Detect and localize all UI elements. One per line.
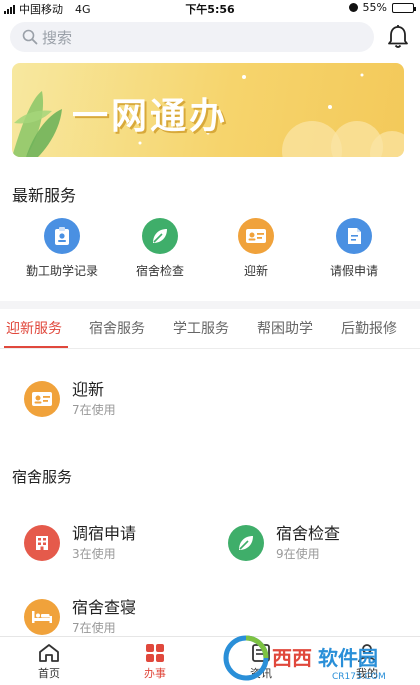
search-input[interactable]: 搜索 [10,22,374,52]
entry-name: 调宿申请 [72,524,137,543]
service-welcome[interactable]: 迎新 [208,218,304,279]
search-placeholder: 搜索 [42,28,73,47]
service-dorm-inspection[interactable]: 宿舍检查 [112,218,208,279]
document-icon [336,218,372,254]
tab-welcome-services[interactable]: 迎新服务 [6,318,62,338]
entry-dorm-inspection[interactable]: 宿舍检查 9在使用 [228,524,340,562]
leaf-icon [228,525,264,561]
service-tabs: 迎新服务 宿舍服务 学工服务 帮困助学 后勤报修 [0,318,420,348]
entry-text: 宿舍检查 9在使用 [276,524,340,562]
entry-name: 宿舍检查 [276,524,341,543]
leaf-icon [142,218,178,254]
tab-student-affairs[interactable]: 学工服务 [173,318,229,338]
nav-services[interactable]: 办事 [125,643,185,681]
service-label: 宿舍检查 [135,264,184,278]
dorm-services-title: 宿舍服务 [12,468,73,486]
badge-icon [44,218,80,254]
svg-text:西西: 西西 [272,646,312,670]
entry-dorm-transfer[interactable]: 调宿申请 3在使用 [24,524,136,562]
service-label: 请假申请 [329,264,378,278]
search-icon [22,29,38,45]
building-icon [24,525,60,561]
bed-icon [24,599,60,635]
entry-welcome[interactable]: 迎新 7在使用 [24,380,116,418]
entry-name: 迎新 [72,380,105,399]
nav-home[interactable]: 首页 [19,643,79,681]
status-right: 55% [348,1,416,14]
service-label: 勤工助学记录 [25,264,98,278]
entry-name: 宿舍查寝 [72,598,137,617]
status-bar: 中国移动 4G 下午5:56 55% [0,0,420,16]
id-card-icon [238,218,274,254]
banner[interactable]: 一网通办 [12,63,404,157]
service-work-study-record[interactable]: 勤工助学记录 [14,218,110,279]
home-icon [39,644,59,662]
grid-icon [146,644,164,662]
battery-icon [392,2,416,13]
tab-dorm-services[interactable]: 宿舍服务 [89,318,145,338]
service-leave-request[interactable]: 请假申请 [306,218,402,279]
banner-title: 一网通办 [72,96,229,137]
entry-text: 调宿申请 3在使用 [72,524,136,562]
tab-financial-aid[interactable]: 帮困助学 [257,318,313,338]
entry-usage-count: 7在使用 [72,621,116,635]
alarm-icon [348,3,358,12]
svg-text:CR173.COM: CR173.COM [332,672,386,682]
svg-text:软件园: 软件园 [318,646,378,670]
entry-usage-count: 3在使用 [72,547,116,561]
battery-percent: 55% [362,1,387,14]
section-divider [0,301,420,309]
nav-label: 首页 [38,667,60,680]
entry-usage-count: 9在使用 [276,547,320,561]
latest-services-title: 最新服务 [12,186,77,205]
watermark-logo: 西西 软件园 CR173.COM [222,634,412,682]
tabs-divider [0,348,420,349]
bell-icon[interactable] [386,24,410,50]
entry-usage-count: 7在使用 [72,403,116,417]
entry-text: 宿舍查寝 7在使用 [72,598,136,636]
tab-logistics-repair[interactable]: 后勤报修 [341,318,397,338]
entry-text: 迎新 7在使用 [72,380,116,418]
entry-dorm-check-in[interactable]: 宿舍查寝 7在使用 [24,598,136,636]
service-label: 迎新 [243,264,268,278]
nav-label: 办事 [144,667,166,680]
id-card-icon [24,381,60,417]
